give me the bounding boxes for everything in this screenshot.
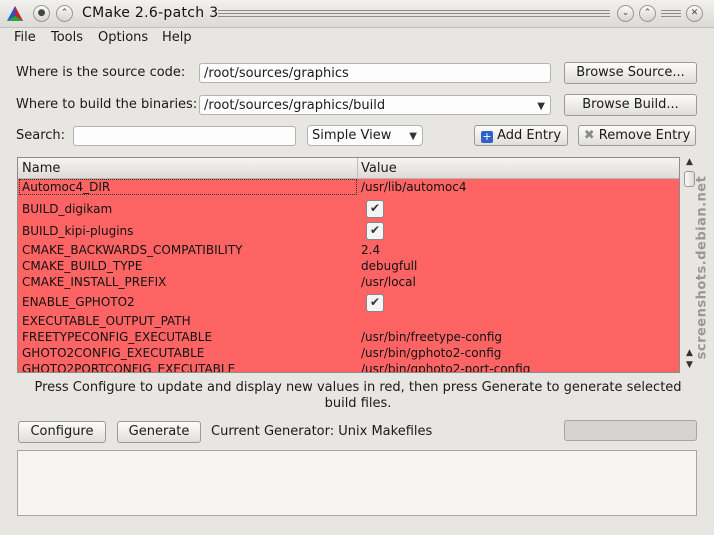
row-name: ENABLE_GPHOTO2: [22, 295, 135, 309]
window-title: CMake 2.6-patch 3: [82, 5, 219, 21]
table-row[interactable]: Automoc4_DIR/usr/lib/automoc4: [18, 179, 679, 196]
column-header-name[interactable]: Name: [22, 161, 60, 176]
source-path-input[interactable]: /root/sources/graphics: [199, 63, 551, 83]
row-name: EXECUTABLE_OUTPUT_PATH: [22, 314, 191, 328]
row-name: GHOTO2PORTCONFIG_EXECUTABLE: [22, 362, 236, 373]
close-icon[interactable]: ✕: [686, 5, 703, 22]
table-row[interactable]: CMAKE_BACKWARDS_COMPATIBILITY 2.4: [18, 242, 679, 258]
x-icon: ✖: [583, 128, 595, 143]
generate-button[interactable]: Generate: [117, 421, 201, 443]
build-path-combo[interactable]: /root/sources/graphics/build ▼: [199, 95, 551, 115]
row-value[interactable]: /usr/bin/freetype-config: [361, 330, 502, 344]
row-checkbox[interactable]: ✔: [366, 200, 384, 218]
row-name: FREETYPECONFIG_EXECUTABLE: [22, 330, 213, 344]
title-grip: [218, 10, 610, 18]
watermark: screenshots.debian.net: [694, 175, 710, 360]
current-generator-label: Current Generator: Unix Makefiles: [211, 424, 433, 439]
table-row[interactable]: CMAKE_BUILD_TYPE debugfull: [18, 258, 679, 274]
row-name: BUILD_digikam: [22, 202, 113, 216]
configure-button[interactable]: Configure: [18, 421, 106, 443]
build-path-value: /root/sources/graphics/build: [204, 98, 386, 113]
menu-tools[interactable]: Tools: [51, 30, 83, 45]
menu-file[interactable]: File: [14, 30, 36, 45]
row-name: GHOTO2CONFIG_EXECUTABLE: [22, 346, 205, 360]
chevron-down-icon[interactable]: ▼: [409, 129, 417, 144]
progress-bar: [564, 420, 697, 441]
view-select[interactable]: Simple View ▼: [307, 125, 423, 146]
row-checkbox[interactable]: ✔: [366, 294, 384, 312]
row-name: BUILD_kipi-plugins: [22, 224, 134, 238]
add-entry-label: Add Entry: [497, 128, 562, 143]
minimize-icon[interactable]: ⌄: [617, 5, 634, 22]
row-checkbox[interactable]: ✔: [366, 222, 384, 240]
browse-build-button[interactable]: Browse Build...: [564, 94, 697, 116]
plus-icon: +: [480, 130, 493, 143]
table-row[interactable]: FREETYPECONFIG_EXECUTABLE/usr/bin/freety…: [18, 329, 679, 345]
table-row[interactable]: GHOTO2PORTCONFIG_EXECUTABLE/usr/bin/gpho…: [18, 361, 679, 373]
row-name: Automoc4_DIR: [22, 180, 111, 194]
remove-entry-button[interactable]: ✖ Remove Entry: [578, 125, 696, 146]
view-select-value: Simple View: [312, 128, 392, 143]
table-row[interactable]: ENABLE_GPHOTO2 ✔: [18, 292, 679, 313]
column-header-value[interactable]: Value: [361, 161, 397, 176]
title-grip-right: [661, 10, 681, 18]
cmake-triangle-icon[interactable]: [6, 5, 24, 22]
cache-table[interactable]: Name Value Automoc4_DIR/usr/lib/automoc4…: [17, 157, 680, 373]
browse-source-button[interactable]: Browse Source...: [564, 62, 697, 84]
row-value[interactable]: 2.4: [361, 243, 380, 257]
row-name: CMAKE_INSTALL_PREFIX: [22, 275, 167, 289]
table-row[interactable]: CMAKE_INSTALL_PREFIX/usr/local: [18, 274, 679, 290]
row-value[interactable]: /usr/bin/gphoto2-port-config: [361, 362, 530, 372]
hint-text: Press Configure to update and display ne…: [34, 380, 682, 411]
search-label: Search:: [16, 128, 66, 143]
chevron-down-icon[interactable]: ▼: [537, 99, 545, 114]
keep-above-icon[interactable]: ⌃: [56, 5, 73, 22]
pin-icon[interactable]: ●: [33, 5, 50, 22]
output-log[interactable]: [17, 450, 697, 516]
menu-options[interactable]: Options: [98, 30, 148, 45]
row-value[interactable]: /usr/local: [361, 275, 416, 289]
source-label: Where is the source code:: [16, 65, 186, 80]
table-row[interactable]: BUILD_digikam ✔: [18, 198, 679, 220]
row-name: CMAKE_BUILD_TYPE: [22, 259, 143, 273]
row-value[interactable]: /usr/bin/gphoto2-config: [361, 346, 501, 360]
menu-help[interactable]: Help: [162, 30, 192, 45]
table-row[interactable]: GHOTO2CONFIG_EXECUTABLE/usr/bin/gphoto2-…: [18, 345, 679, 361]
maximize-icon[interactable]: ⌃: [639, 5, 656, 22]
table-header: Name Value: [18, 158, 679, 179]
search-input[interactable]: [73, 126, 296, 146]
title-bar[interactable]: ● ⌃ CMake 2.6-patch 3 ⌄ ⌃ ✕: [0, 0, 714, 28]
row-value[interactable]: /usr/lib/automoc4: [361, 180, 466, 194]
build-label: Where to build the binaries:: [16, 97, 198, 112]
table-row[interactable]: BUILD_kipi-plugins ✔: [18, 220, 679, 242]
table-row[interactable]: EXECUTABLE_OUTPUT_PATH: [18, 313, 679, 329]
row-name: CMAKE_BACKWARDS_COMPATIBILITY: [22, 243, 243, 257]
row-value[interactable]: debugfull: [361, 259, 417, 273]
column-divider[interactable]: [357, 158, 358, 178]
remove-entry-label: Remove Entry: [598, 128, 691, 143]
add-entry-button[interactable]: + Add Entry: [474, 125, 568, 146]
